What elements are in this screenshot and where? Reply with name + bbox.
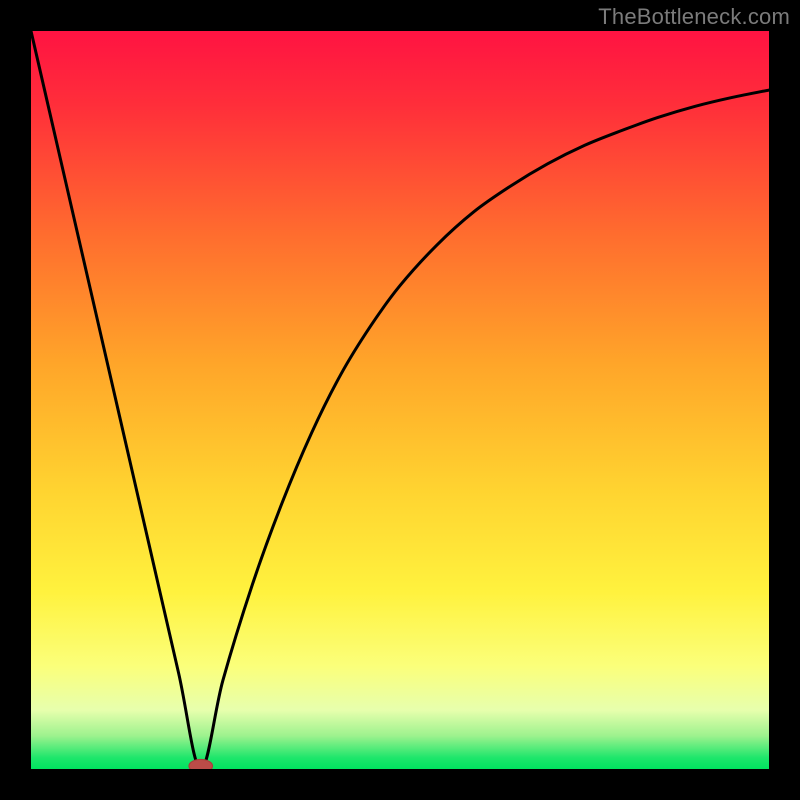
- gradient-background: [31, 31, 769, 769]
- minimum-marker: [189, 759, 213, 769]
- watermark-text: TheBottleneck.com: [598, 4, 790, 30]
- plot-area: [31, 31, 769, 769]
- chart-frame: TheBottleneck.com: [0, 0, 800, 800]
